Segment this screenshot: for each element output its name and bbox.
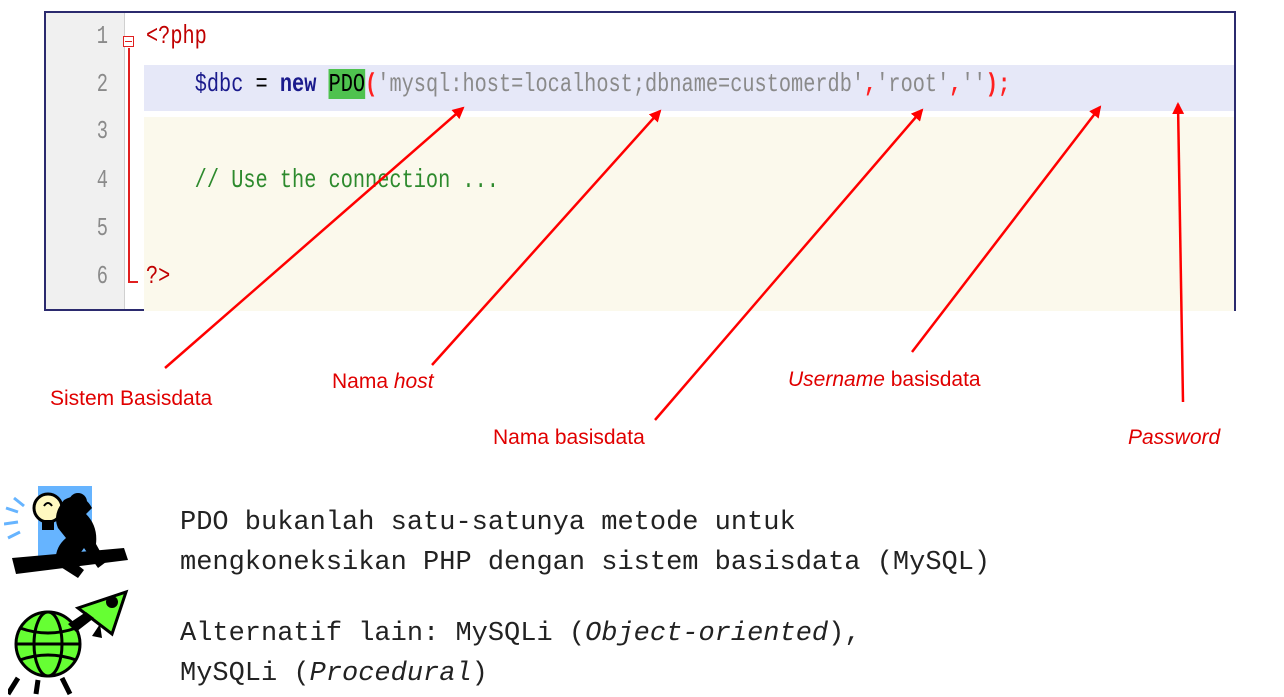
code-zone-band	[144, 255, 1234, 311]
code-line-4-comment: // Use the connection ...	[146, 165, 499, 195]
line-number: 2	[96, 69, 108, 99]
label-username: Username basisdata	[788, 368, 981, 392]
code-line-6: ?>	[146, 261, 171, 291]
line-number: 1	[96, 21, 108, 51]
line-number: 4	[96, 165, 108, 195]
code-zone-band	[144, 209, 1234, 255]
dsn-string: 'mysql:host=localhost;dbname=customerdb'	[377, 69, 865, 99]
paren-close: );	[985, 69, 1011, 99]
line-number: 6	[96, 261, 108, 291]
note-pdo-line-1: PDO bukanlah satu-satunya metode untuk	[180, 508, 796, 538]
class-pdo: PDO	[328, 69, 366, 99]
label-text: Nama	[332, 370, 394, 393]
note-alternatif-line-2: MySQLi (Procedural)	[180, 654, 488, 694]
fold-guide	[128, 48, 130, 283]
label-nama-host: Nama host	[332, 370, 434, 394]
note-text: MySQLi (	[180, 659, 310, 689]
label-text: basisdata	[884, 368, 981, 391]
fold-collapse-icon[interactable]	[123, 36, 134, 47]
fold-guide-end	[128, 281, 138, 283]
label-text-em: host	[393, 370, 434, 393]
comma: ,	[864, 69, 877, 99]
assign-op: =	[243, 69, 280, 99]
note-alternatif-line-1: Alternatif lain: MySQLi (Object-oriented…	[180, 614, 861, 654]
note-text-em: Object-oriented	[585, 619, 829, 649]
code-editor: 1 2 3 4 5 6 <?php $dbc = new PDO('mysql:…	[44, 11, 1236, 311]
code-line-1: <?php	[146, 21, 207, 51]
note-pdo-line-2: mengkoneksikan PHP dengan sistem basisda…	[180, 548, 991, 578]
label-nama-basisdata: Nama basisdata	[493, 426, 645, 449]
user-string: 'root'	[876, 69, 950, 99]
label-text-em: Username	[788, 368, 885, 391]
note-text: Alternatif lain: MySQLi (	[180, 619, 586, 649]
password-string: ''	[961, 69, 986, 99]
globe-rocket-icon	[8, 589, 129, 696]
paren-open: (	[365, 69, 378, 99]
comma: ,	[949, 69, 962, 99]
line-number: 3	[96, 116, 108, 146]
keyword-new: new	[279, 69, 317, 99]
note-text-em: Procedural	[309, 659, 472, 689]
note-text: ),	[828, 619, 861, 649]
code-zone-band	[144, 117, 1234, 163]
label-sistem-basisdata: Sistem Basisdata	[50, 387, 213, 410]
label-text-em: Password	[1128, 426, 1221, 449]
thinking-person-lightbulb-icon	[4, 486, 128, 578]
line-number: 5	[96, 213, 108, 243]
code-line-2: $dbc = new PDO('mysql:host=localhost;dbn…	[146, 69, 1010, 99]
label-password: Password	[1128, 426, 1220, 450]
note-text: )	[471, 659, 488, 689]
var-dbc: $dbc	[194, 69, 244, 99]
